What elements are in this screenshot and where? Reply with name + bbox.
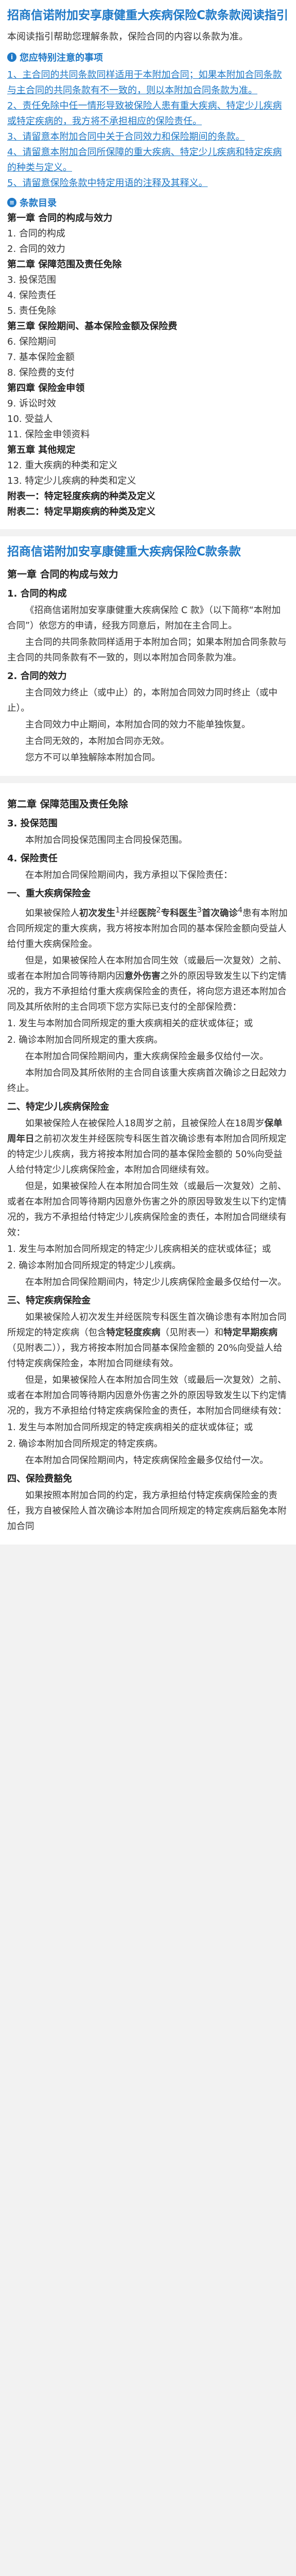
note-item[interactable]: 4、请留意本附加合同所保障的重大疾病、特定少儿疾病和特定疾病的种类与定义。 — [7, 145, 289, 176]
note-item[interactable]: 2、责任免除中任一情形导致被保险人患有重大疾病、特定少儿疾病或特定疾病的，我方将… — [7, 98, 289, 129]
note-item[interactable]: 5、请留意保险条款中特定用语的注释及其释义。 — [7, 176, 289, 191]
section-heading: 3. 投保范围 — [7, 818, 58, 829]
clause-card-2: 第二章 保障范围及责任免除 3. 投保范围 本附加合同投保范围同主合同投保范围。… — [0, 783, 296, 1545]
toc-item[interactable]: 13. 特定少儿疾病的种类和定义 — [7, 473, 289, 489]
toc-item[interactable]: 9. 诉讼时效 — [7, 396, 289, 412]
text-run: （见附表二）），我方将按本附加合同基本保险金额的 20%向受益人给付特定疾病保险… — [7, 1343, 283, 1369]
list-item: 1. 发生与本附加合同所规定的重大疾病相关的症状或体征；或 — [7, 1018, 253, 1029]
term-link[interactable]: 专科医生 — [161, 908, 197, 919]
toc-item[interactable]: 4. 保险责任 — [7, 288, 289, 303]
footnote-mark: 3 — [197, 906, 202, 914]
list-item: 2. 确诊本附加合同所规定的特定疾病。 — [7, 1438, 163, 1449]
note-item[interactable]: 1、主合同的共同条款同样适用于本附加合同；如果本附加合同条款与主合同的共同条款有… — [7, 67, 289, 98]
paragraph: 本附加合同及其所依附的主合同自该重大疾病首次确诊之日起效力终止。 — [7, 1067, 287, 1094]
footnote-mark: 4 — [237, 906, 243, 914]
subsection-heading: 一、重大疾病保险金 — [7, 888, 91, 899]
subsection-heading: 四、保险费豁免 — [7, 1473, 72, 1484]
toc-chapter-item[interactable]: 第一章 合同的构成与效力 — [7, 211, 289, 226]
toc-item[interactable]: 11. 保险金申领资料 — [7, 427, 289, 443]
subsection-heading: 三、特定疾病保险金 — [7, 1295, 91, 1306]
chapter-heading: 第一章 合同的构成与效力 — [7, 569, 118, 580]
paragraph: 主合同无效的，本附加合同亦无效。 — [25, 736, 169, 747]
toc-chapter-item[interactable]: 附表一：特定轻度疾病的种类及定义 — [7, 489, 289, 504]
toc-item[interactable]: 7. 基本保险金额 — [7, 350, 289, 365]
paragraph: 主合同效力中止期间，本附加合同的效力不能单独恢复。 — [25, 720, 251, 730]
paragraph: 如果按照本附加合同的约定，我方承担给付特定疾病保险金的责任，我方自被保险人首次确… — [7, 1490, 287, 1532]
text-run: 之前，且被保险人在18周岁 — [153, 1118, 265, 1129]
paragraph: 本附加合同投保范围同主合同投保范围。 — [25, 835, 187, 845]
guide-title: 招商信诺附加安享康健重大疾病保险C款条款阅读指引 — [7, 9, 288, 22]
paragraph: 但是，如果被保险人在本附加合同生效（或最后一次复效）之前、或者在本附加合同等待期… — [7, 953, 289, 1015]
subsection-heading: 二、特定少儿疾病保险金 — [7, 1101, 109, 1112]
text-run: 之前初次发生并经医院专科医生首次确诊患有本附加合同所规定的特定少儿疾病，我方将按… — [7, 1133, 287, 1175]
term-link[interactable]: 初次发生 — [79, 908, 115, 919]
footnote-mark: 1 — [115, 906, 120, 914]
toc-item[interactable]: 2. 合同的效力 — [7, 242, 289, 257]
text-run: 并经 — [120, 908, 138, 919]
list-item: 1. 发生与本附加合同所规定的特定疾病相关的症状或体征；或 — [7, 1422, 253, 1433]
text-run: 如果被保险人在被保险人18周岁 — [25, 1118, 154, 1129]
toc-chapter-item[interactable]: 第三章 保险期间、基本保险金额及保险费 — [7, 319, 289, 334]
paragraph: 但是，如果被保险人在本附加合同生效（或最后一次复效）之前、或者在本附加合同等待期… — [7, 1375, 287, 1416]
toc-chapter-item[interactable]: 第五章 其他规定 — [7, 443, 289, 458]
paragraph: 如果被保险人在被保险人18周岁之前，且被保险人在18周岁保单周年日之前初次发生并… — [7, 1116, 289, 1178]
toc-item[interactable]: 1. 合同的构成 — [7, 226, 289, 242]
reading-guide-card: 招商信诺附加安享康健重大疾病保险C款条款阅读指引 本阅读指引帮助您理解条款，保险… — [0, 0, 296, 529]
section-heading: 2. 合同的效力 — [7, 671, 67, 682]
term-link[interactable]: 特定轻度疾病 — [107, 1328, 161, 1338]
notes-heading-label: 您应特别注意的事项 — [20, 53, 103, 63]
guide-intro: 本阅读指引帮助您理解条款，保险合同的内容以条款为准。 — [7, 31, 248, 42]
paragraph: 在本附加合同保险期间内，我方承担以下保险责任： — [25, 870, 233, 880]
toc-item[interactable]: 10. 受益人 — [7, 412, 289, 427]
footnote-mark: 2 — [156, 906, 161, 914]
toc-item[interactable]: 6. 保险期间 — [7, 334, 289, 350]
toc-list: 第一章 合同的构成与效力 1. 合同的构成 2. 合同的效力 第二章 保障范围及责任免… — [7, 211, 289, 520]
text-run: （见附表一）和 — [160, 1327, 224, 1338]
paragraph: 在本附加合同保险期间内，特定少儿疾病保险金最多仅给付一次。 — [25, 1277, 287, 1287]
section-heading: 4. 保险责任 — [7, 853, 58, 864]
notes-heading: i 您应特别注意的事项 — [7, 49, 289, 65]
list-item: 2. 确诊本附加合同所规定的重大疾病。 — [7, 1035, 163, 1045]
paragraph: 但是，如果被保险人在本附加合同生效（或最后一次复效）之前、或者在本附加合同等待期… — [7, 1181, 287, 1238]
toc-chapter-item[interactable]: 第二章 保障范围及责任免除 — [7, 257, 289, 273]
paragraph: 您方不可以单独解除本附加合同。 — [25, 753, 161, 763]
toc-item[interactable]: 8. 保险费的支付 — [7, 365, 289, 381]
toc-heading-label: 条款目录 — [20, 198, 57, 209]
section-heading: 1. 合同的构成 — [7, 588, 67, 599]
info-icon: i — [7, 53, 16, 62]
term-link[interactable]: 意外伤害 — [125, 971, 161, 981]
note-item[interactable]: 3、请留意本附加合同中关于合同效力和保险期间的条款。 — [7, 129, 289, 145]
list-item: 1. 发生与本附加合同所规定的特定少儿疾病相关的症状或体征；或 — [7, 1244, 271, 1255]
toc-item[interactable]: 5. 责任免除 — [7, 303, 289, 319]
toc-chapter-item[interactable]: 第四章 保险金申领 — [7, 381, 289, 396]
term-link[interactable]: 首次确诊 — [202, 908, 238, 919]
term-link[interactable]: 医院 — [138, 908, 156, 919]
list-icon: ≡ — [7, 198, 16, 207]
toc-chapter-item[interactable]: 附表二：特定早期疾病的种类及定义 — [7, 504, 289, 520]
term-link[interactable]: 特定早期疾病 — [223, 1328, 277, 1338]
clause-title: 招商信诺附加安享康健重大疾病保险C款条款 — [7, 545, 241, 558]
paragraph: 《招商信诺附加安享康健重大疾病保险 C 款》（以下简称“本附加合同”）依您方的申… — [7, 605, 281, 631]
clause-card: 招商信诺附加安享康健重大疾病保险C款条款 第一章 合同的构成与效力 1. 合同的… — [0, 536, 296, 776]
paragraph: 如果被保险人初次发生1并经医院2专科医生3首次确诊4患有本附加合同所规定的重大疾… — [7, 903, 289, 952]
paragraph: 在本附加合同保险期间内，特定疾病保险金最多仅给付一次。 — [25, 1455, 269, 1466]
toc-item[interactable]: 12. 重大疾病的种类和定义 — [7, 458, 289, 473]
list-item: 2. 确诊本附加合同所规定的特定少儿疾病。 — [7, 1260, 181, 1271]
paragraph: 主合同的共同条款同样适用于本附加合同；如果本附加合同条款与主合同的共同条款有不一… — [7, 637, 287, 663]
paragraph: 如果被保险人初次发生并经医院专科医生首次确诊患有本附加合同所规定的特定疾病（包含… — [7, 1310, 289, 1371]
toc-heading: ≡ 条款目录 — [7, 194, 289, 211]
chapter-heading: 第二章 保障范围及责任免除 — [7, 799, 128, 810]
text-run: 如果被保险人 — [25, 908, 79, 919]
toc-item[interactable]: 3. 投保范围 — [7, 273, 289, 288]
paragraph: 在本附加合同保险期间内，重大疾病保险金最多仅给付一次。 — [25, 1051, 269, 1062]
notes-list: 1、主合同的共同条款同样适用于本附加合同；如果本附加合同条款与主合同的共同条款有… — [7, 67, 289, 191]
paragraph: 主合同效力终止（或中止）的，本附加合同效力同时终止（或中止）。 — [7, 688, 277, 714]
